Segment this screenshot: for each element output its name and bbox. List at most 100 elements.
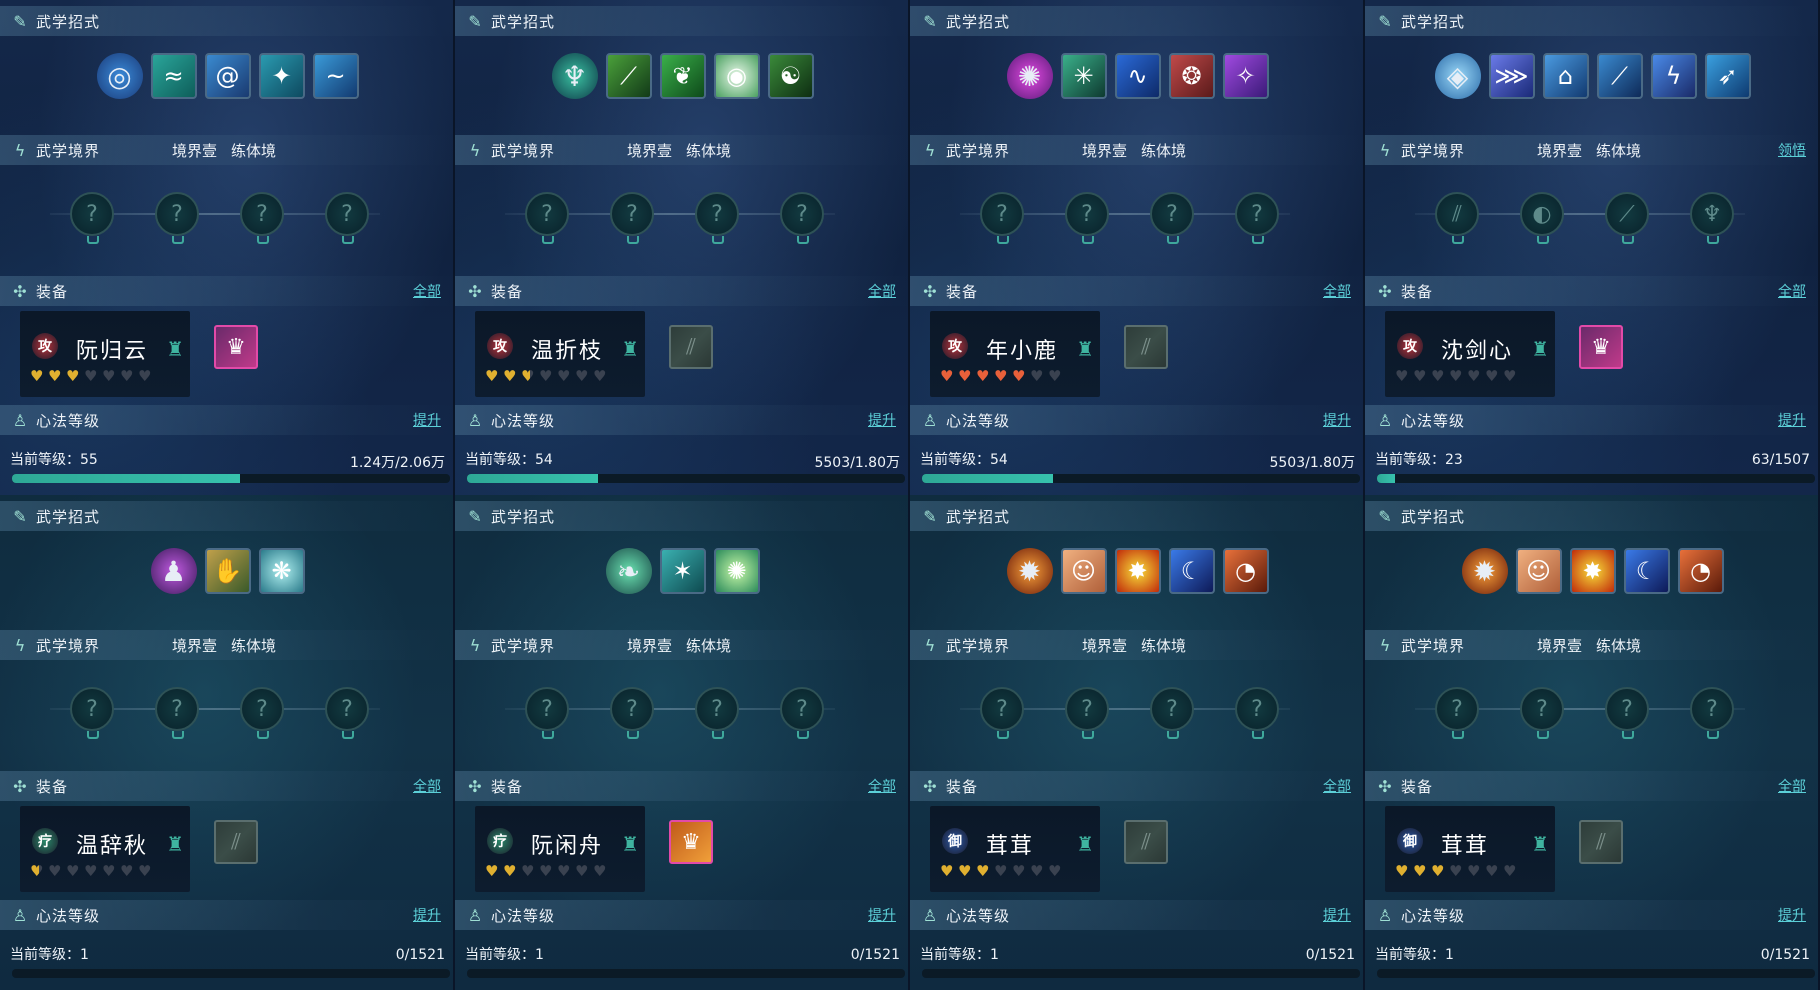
realm-node[interactable]: ? (1690, 687, 1734, 739)
buddha-face-icon[interactable]: ☺ (1060, 548, 1107, 594)
shadow-mage-main-icon[interactable]: ♟ (150, 548, 197, 594)
fire-vortex-icon[interactable]: ◔ (1677, 548, 1724, 594)
realm-node[interactable]: ? (1435, 687, 1479, 739)
crimson-beast-icon[interactable]: ❂ (1168, 53, 1215, 99)
wave-icon[interactable]: ~ (312, 53, 359, 99)
golden-palm-icon[interactable]: ✋ (204, 548, 251, 594)
jade-burst-icon[interactable]: ✳ (1060, 53, 1107, 99)
upgrade-link[interactable]: 提升 (1323, 410, 1351, 430)
star-dash-icon[interactable]: ✦ (258, 53, 305, 99)
violet-spirit-icon[interactable]: ✧ (1222, 53, 1269, 99)
spirit-wheel-icon[interactable]: ❋ (258, 548, 305, 594)
realm-node[interactable]: ? (325, 687, 369, 739)
vine-strike-icon[interactable]: ⟋ (605, 53, 652, 99)
firefly-icon[interactable]: ✶ (659, 548, 706, 594)
character-card[interactable]: 御 茸茸 ♜ ♥ ♥ ♥ ♥ ♥ ♥ ♥ (1385, 806, 1555, 892)
realm-node[interactable]: ? (155, 687, 199, 739)
all-equipment-link[interactable]: 全部 (413, 281, 441, 301)
realm-node[interactable]: ? (240, 192, 284, 244)
flame-monk-main-icon[interactable]: ✹ (1006, 548, 1053, 594)
realm-node[interactable]: ? (1605, 687, 1649, 739)
purple-orb-main-icon[interactable]: ✺ (1006, 53, 1053, 99)
frost-ring-icon[interactable]: ⌂ (1542, 53, 1589, 99)
fire-burst-icon[interactable]: ✸ (1114, 548, 1161, 594)
yin-yang-icon[interactable]: ☯ (767, 53, 814, 99)
comprehend-link[interactable]: 领悟 (1778, 140, 1806, 160)
realm-node[interactable]: ? (70, 687, 114, 739)
upgrade-link[interactable]: 提升 (1323, 905, 1351, 925)
realm-node[interactable]: ? (1520, 687, 1564, 739)
upgrade-link[interactable]: 提升 (868, 905, 896, 925)
upgrade-link[interactable]: 提升 (1778, 410, 1806, 430)
realm-node[interactable]: ? (525, 192, 569, 244)
character-card[interactable]: 攻 沈剑心 ♜ ♥ ♥ ♥ ♥ ♥ ♥ ♥ (1385, 311, 1555, 397)
wind-slash-icon[interactable]: ≈ (150, 53, 197, 99)
flame-monk-main-icon[interactable]: ✹ (1461, 548, 1508, 594)
leaf-blade-icon[interactable]: ❦ (659, 53, 706, 99)
realm-node[interactable]: ? (610, 687, 654, 739)
crescent-moon-icon[interactable]: ☾ (1168, 548, 1215, 594)
realm-node[interactable]: ? (240, 687, 284, 739)
empty-item-slot[interactable]: ⫽ (1124, 325, 1168, 369)
realm-node[interactable]: ◐ (1520, 192, 1564, 244)
realm-node[interactable]: ? (610, 192, 654, 244)
character-card[interactable]: 疗 温辞秋 ♜ ♥ ♥ ♥ ♥ ♥ ♥ ♥ (20, 806, 190, 892)
fire-burst-icon[interactable]: ✸ (1569, 548, 1616, 594)
realm-node[interactable]: ? (70, 192, 114, 244)
realm-node[interactable]: ? (1150, 687, 1194, 739)
realm-node[interactable]: ⟋ (1605, 192, 1649, 244)
realm-node[interactable]: ? (695, 192, 739, 244)
realm-node[interactable]: ? (1235, 687, 1279, 739)
buddha-face-icon[interactable]: ☺ (1515, 548, 1562, 594)
all-equipment-link[interactable]: 全部 (413, 776, 441, 796)
empty-item-slot[interactable]: ⫽ (214, 820, 258, 864)
azure-bird-icon[interactable]: ➶ (1704, 53, 1751, 99)
realm-node[interactable]: ? (780, 192, 824, 244)
all-equipment-link[interactable]: 全部 (1323, 281, 1351, 301)
equipped-item-slot[interactable]: ♛ (1579, 325, 1623, 369)
ring-pulse-icon[interactable]: ◉ (713, 53, 760, 99)
ice-claw-icon[interactable]: ⋙ (1488, 53, 1535, 99)
character-card[interactable]: 攻 温折枝 ♜ ♥ ♥ ♥ ♥ ♥ ♥ ♥ (475, 311, 645, 397)
fire-vortex-icon[interactable]: ◔ (1222, 548, 1269, 594)
upgrade-link[interactable]: 提升 (868, 410, 896, 430)
lightning-pillar-icon[interactable]: ϟ (1650, 53, 1697, 99)
realm-node[interactable]: ? (1065, 192, 1109, 244)
empty-item-slot[interactable]: ⫽ (1124, 820, 1168, 864)
empty-item-slot[interactable]: ⫽ (1579, 820, 1623, 864)
all-equipment-link[interactable]: 全部 (1778, 776, 1806, 796)
empty-item-slot[interactable]: ⫽ (669, 325, 713, 369)
realm-node[interactable]: ⫽ (1435, 192, 1479, 244)
realm-node[interactable]: ♆ (1690, 192, 1734, 244)
archer-main-icon[interactable]: ♆ (551, 53, 598, 99)
butterfly-main-icon[interactable]: ❧ (605, 548, 652, 594)
equipped-item-slot[interactable]: ♛ (214, 325, 258, 369)
realm-node[interactable]: ? (695, 687, 739, 739)
realm-node[interactable]: ? (1150, 192, 1194, 244)
equipped-item-slot[interactable]: ♛ (669, 820, 713, 864)
all-equipment-link[interactable]: 全部 (868, 281, 896, 301)
upgrade-link[interactable]: 提升 (1778, 905, 1806, 925)
vortex-icon[interactable]: @ (204, 53, 251, 99)
realm-node[interactable]: ? (1065, 687, 1109, 739)
swirl-main-icon[interactable]: ◎ (96, 53, 143, 99)
realm-node[interactable]: ? (980, 687, 1024, 739)
realm-node[interactable]: ? (325, 192, 369, 244)
character-card[interactable]: 御 茸茸 ♜ ♥ ♥ ♥ ♥ ♥ ♥ ♥ (930, 806, 1100, 892)
character-card[interactable]: 疗 阮闲舟 ♜ ♥ ♥ ♥ ♥ ♥ ♥ ♥ (475, 806, 645, 892)
water-orb-main-icon[interactable]: ◈ (1434, 53, 1481, 99)
all-equipment-link[interactable]: 全部 (1323, 776, 1351, 796)
blue-dragon-icon[interactable]: ∿ (1114, 53, 1161, 99)
upgrade-link[interactable]: 提升 (413, 410, 441, 430)
all-equipment-link[interactable]: 全部 (1778, 281, 1806, 301)
crescent-moon-icon[interactable]: ☾ (1623, 548, 1670, 594)
all-equipment-link[interactable]: 全部 (868, 776, 896, 796)
character-card[interactable]: 攻 年小鹿 ♜ ♥ ♥ ♥ ♥ ♥ ♥ ♥ (930, 311, 1100, 397)
green-bloom-icon[interactable]: ✺ (713, 548, 760, 594)
realm-node[interactable]: ? (525, 687, 569, 739)
character-card[interactable]: 攻 阮归云 ♜ ♥ ♥ ♥ ♥ ♥ ♥ ♥ (20, 311, 190, 397)
realm-node[interactable]: ? (780, 687, 824, 739)
realm-node[interactable]: ? (980, 192, 1024, 244)
sword-gust-icon[interactable]: ⟋ (1596, 53, 1643, 99)
upgrade-link[interactable]: 提升 (413, 905, 441, 925)
